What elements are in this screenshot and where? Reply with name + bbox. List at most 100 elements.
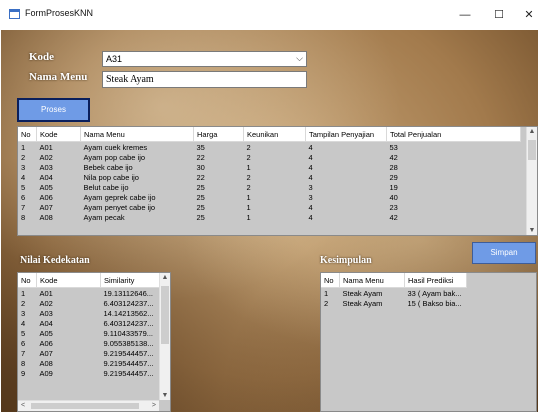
simpan-button[interactable]: Simpan (472, 242, 536, 264)
table-cell[interactable]: 25 (194, 192, 244, 202)
table-cell[interactable]: 4 (18, 172, 37, 182)
table-row[interactable]: 3 A03 Bebek cabe ijo 30 1 4 28 (18, 162, 521, 172)
table-cell[interactable]: A04 (37, 318, 101, 328)
table-cell[interactable]: 2 (321, 298, 340, 308)
nama-menu-input[interactable]: Steak Ayam (102, 71, 307, 88)
scroll-up-icon[interactable]: ▲ (527, 128, 537, 135)
table-cell[interactable]: 9.219544457... (101, 368, 162, 378)
table-cell[interactable]: A06 (37, 338, 101, 348)
table-cell[interactable]: 3 (18, 162, 37, 172)
table-cell[interactable]: 19.13112646... (100, 287, 162, 298)
col-total-penjualan[interactable]: Total Penjualan (386, 127, 521, 142)
scroll-right-icon[interactable]: > (152, 401, 156, 411)
table-cell[interactable]: A07 (37, 348, 101, 358)
col-hasil-prediksi[interactable]: Hasil Prediksi (404, 273, 467, 288)
table-cell[interactable]: A03 (37, 162, 81, 172)
table-cell[interactable]: 1 (244, 212, 306, 222)
table-cell[interactable]: 42 (387, 152, 521, 162)
table-cell[interactable]: 2 (18, 152, 37, 162)
table-cell[interactable]: A02 (37, 298, 101, 308)
table-cell[interactable]: 1 (321, 287, 340, 298)
table-cell[interactable]: 28 (387, 162, 521, 172)
table-cell[interactable]: Ayam cuek kremes (80, 141, 194, 152)
table-cell[interactable]: A02 (37, 152, 81, 162)
col-kode[interactable]: Kode (36, 273, 101, 288)
table-row[interactable]: 5 A05 Belut cabe ijo 25 2 3 19 (18, 182, 521, 192)
table-row[interactable]: 1 Steak Ayam 33 ( Ayam bak... (321, 287, 467, 298)
chevron-down-icon[interactable]: ⌵ (296, 53, 303, 64)
table-row[interactable]: 2 A02 Ayam pop cabe ijo 22 2 4 42 (18, 152, 521, 162)
scroll-down-icon[interactable]: ▼ (527, 227, 537, 234)
table-cell[interactable]: 29 (387, 172, 521, 182)
proses-button[interactable]: Proses (17, 98, 90, 122)
table-cell[interactable]: 6.403124237... (101, 318, 162, 328)
table-cell[interactable]: 25 (194, 212, 244, 222)
table-cell[interactable]: 6 (18, 338, 37, 348)
table-cell[interactable]: A05 (37, 182, 81, 192)
table-row[interactable]: 8 A08 9.219544457... (18, 358, 162, 368)
table-cell[interactable]: Steak Ayam (340, 298, 405, 308)
table-cell[interactable]: 2 (243, 141, 306, 152)
scroll-up-icon[interactable]: ▲ (160, 274, 170, 281)
scroll-thumb[interactable] (161, 286, 169, 344)
table-cell[interactable]: 9.219544457... (101, 348, 162, 358)
table-cell[interactable]: 53 (386, 141, 521, 152)
table-cell[interactable]: Ayam pop cabe ijo (81, 152, 194, 162)
table-cell[interactable]: 1 (244, 162, 306, 172)
table-cell[interactable]: 5 (18, 182, 37, 192)
table-cell[interactable]: 6 (18, 192, 37, 202)
col-keunikan[interactable]: Keunikan (243, 127, 306, 142)
table-cell[interactable]: A09 (37, 368, 101, 378)
table-cell[interactable]: 9.219544457... (101, 358, 162, 368)
table-cell[interactable]: 3 (306, 182, 387, 192)
table-cell[interactable]: 22 (194, 152, 244, 162)
table-row[interactable]: 6 A06 Ayam geprek cabe ijo 25 1 3 40 (18, 192, 521, 202)
table-cell[interactable]: Belut cabe ijo (81, 182, 194, 192)
col-nama-menu[interactable]: Nama Menu (339, 273, 405, 288)
table-cell[interactable]: 40 (387, 192, 521, 202)
table-row[interactable]: 4 A04 6.403124237... (18, 318, 162, 328)
table-cell[interactable]: 2 (18, 298, 37, 308)
col-no[interactable]: No (18, 127, 37, 142)
table-cell[interactable]: 9 (18, 368, 37, 378)
table-row[interactable]: 1 A01 Ayam cuek kremes 35 2 4 53 (18, 141, 521, 152)
col-tampilan[interactable]: Tampilan Penyajian (305, 127, 387, 142)
kode-combobox[interactable]: A31 ⌵ (102, 51, 307, 67)
table-cell[interactable]: A04 (37, 172, 81, 182)
table-cell[interactable]: 42 (387, 212, 521, 222)
table-row[interactable]: 5 A05 9.110433579... (18, 328, 162, 338)
table-row[interactable]: 2 Steak Ayam 15 ( Bakso bia... (321, 298, 467, 308)
table-cell[interactable]: 4 (306, 202, 387, 212)
table-cell[interactable]: 7 (18, 202, 37, 212)
table-cell[interactable]: 6.403124237... (101, 298, 162, 308)
table-cell[interactable]: A03 (37, 308, 101, 318)
table-cell[interactable]: 4 (306, 172, 387, 182)
table-cell[interactable]: 8 (18, 212, 37, 222)
table-cell[interactable]: 15 ( Bakso bia... (405, 298, 467, 308)
table-cell[interactable]: 30 (194, 162, 244, 172)
table-cell[interactable]: 1 (244, 202, 306, 212)
table-cell[interactable]: 2 (244, 182, 306, 192)
table-cell[interactable]: A01 (36, 287, 101, 298)
table-cell[interactable]: 3 (18, 308, 37, 318)
table-row[interactable]: 1 A01 19.13112646... (18, 287, 162, 298)
table-cell[interactable]: 2 (244, 152, 306, 162)
table-cell[interactable]: 22 (194, 172, 244, 182)
table-row[interactable]: 6 A06 9.055385138... (18, 338, 162, 348)
table-cell[interactable]: A08 (37, 212, 81, 222)
table-cell[interactable]: 3 (306, 192, 387, 202)
nilai-grid-vscroll[interactable]: ▲ ▼ (159, 273, 170, 400)
table-cell[interactable]: Ayam penyet cabe ijo (81, 202, 194, 212)
table-cell[interactable]: Ayam pecak (81, 212, 194, 222)
table-cell[interactable]: 1 (244, 192, 306, 202)
table-cell[interactable]: 4 (306, 152, 387, 162)
table-cell[interactable]: 33 ( Ayam bak... (404, 287, 467, 298)
table-cell[interactable]: 4 (306, 212, 387, 222)
col-no[interactable]: No (321, 273, 340, 288)
table-cell[interactable]: Bebek cabe ijo (81, 162, 194, 172)
table-cell[interactable]: 1 (18, 141, 37, 152)
scroll-down-icon[interactable]: ▼ (160, 392, 170, 399)
table-cell[interactable]: 25 (194, 202, 244, 212)
table-cell[interactable]: Nila pop cabe ijo (81, 172, 194, 182)
table-cell[interactable]: A08 (37, 358, 101, 368)
